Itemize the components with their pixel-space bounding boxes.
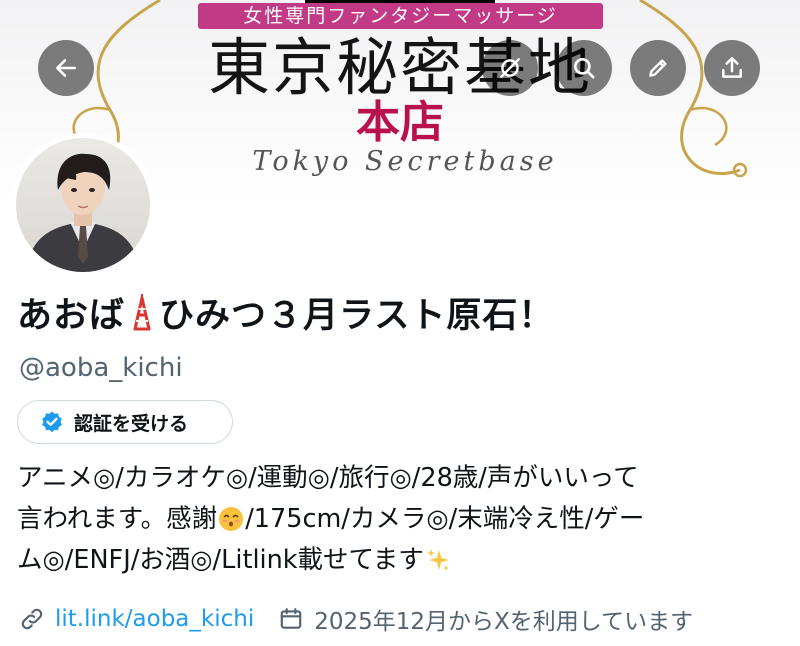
bio-line-3: ム◎/ENFJ/お酒◎/Litlink載せてます [17, 540, 797, 581]
ornament-right-icon [639, 0, 748, 178]
banner-tag: 女性専門ファンタジーマッサージ [198, 3, 603, 29]
bio-text: ム◎/ENFJ/お酒◎/Litlink載せてます [17, 545, 424, 575]
kissing-face-icon [219, 507, 244, 531]
link-icon [21, 608, 43, 630]
arrow-left-icon [56, 59, 76, 77]
grok-icon [500, 58, 520, 78]
display-name-part-1: あおば [17, 296, 126, 336]
user-handle: @aoba_kichi [19, 353, 183, 383]
avatar[interactable] [11, 133, 155, 277]
banner-script: Tokyo Secretbase [252, 146, 558, 177]
display-name-part-2: ひみつ３月ラスト原石！ [159, 296, 555, 336]
joined-date: 2025年12月からXを利用しています [314, 609, 694, 635]
verified-badge-icon [42, 411, 62, 433]
get-verified-button[interactable]: 認証を受ける [17, 400, 233, 444]
profile-link[interactable]: lit.link/aoba_kichi [55, 606, 254, 632]
edit-button[interactable] [630, 40, 686, 96]
bio-line-1: アニメ◎/カラオケ◎/運動◎/旅行◎/28歳/声がいいって [17, 463, 639, 493]
bio-text: /175cm/カメラ◎/末端冷え性/ゲー [245, 504, 645, 534]
back-button[interactable] [38, 40, 94, 96]
banner-subtitle: 本店 [356, 97, 444, 148]
calendar-icon [280, 608, 302, 629]
profile-meta: lit.link/aoba_kichi 2025年12月からXを利用しています [19, 601, 693, 637]
tokyo-tower-icon [129, 293, 155, 344]
bio-text: 言われます。感謝 [17, 504, 218, 534]
profile-bio: アニメ◎/カラオケ◎/運動◎/旅行◎/28歳/声がいいって 言われます。感謝 /… [17, 458, 797, 581]
share-button[interactable] [704, 40, 760, 96]
pencil-icon [649, 59, 667, 77]
display-name: あおば ひみつ３月ラスト原石！ [17, 292, 554, 344]
search-button[interactable] [556, 40, 612, 96]
share-icon [722, 57, 742, 78]
grok-button[interactable] [482, 40, 538, 96]
sparkles-icon [426, 549, 449, 571]
bio-line-2: 言われます。感謝 /175cm/カメラ◎/末端冷え性/ゲー [17, 499, 797, 540]
person-portrait-icon [26, 153, 140, 272]
banner-title: 東京秘密基地 [207, 31, 592, 104]
avatar-photo [16, 138, 150, 272]
get-verified-label: 認証を受ける [74, 412, 189, 435]
search-icon [574, 58, 595, 79]
